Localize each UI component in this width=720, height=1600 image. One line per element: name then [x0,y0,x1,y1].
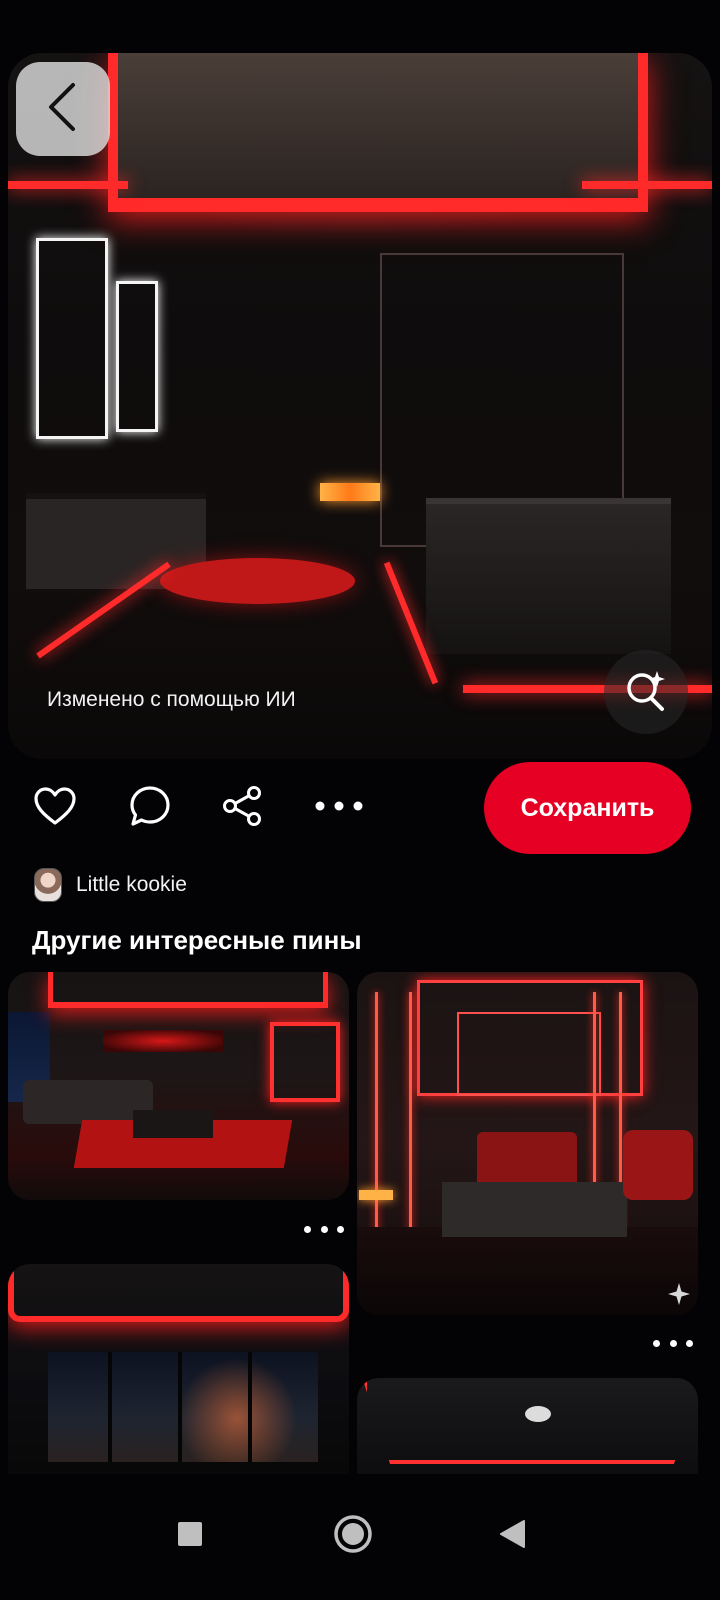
ceiling-led [457,1012,601,1096]
related-pin-thumbnail[interactable] [8,1264,349,1474]
back-button[interactable] [16,62,110,156]
triangle-back-icon [498,1519,526,1554]
related-pin-thumbnail[interactable] [357,1378,698,1474]
author-row[interactable]: Little kookie [34,868,187,902]
ceiling-led [363,1380,698,1464]
system-back-button[interactable] [490,1514,534,1558]
more-options-button[interactable] [314,784,364,832]
dot [304,1225,311,1233]
home-button[interactable] [331,1514,375,1558]
window-mullion [248,1352,252,1462]
mirror [36,238,108,439]
ai-modified-label: Изменено с помощью ИИ [47,688,296,711]
pin-more-button[interactable] [304,1223,344,1235]
dot [337,1225,344,1233]
wall-led [409,992,412,1242]
floor [357,1227,698,1315]
comment-button[interactable] [126,784,174,832]
lamp [525,1406,551,1422]
more-horizontal-icon [314,799,364,817]
tv-frame [270,1022,340,1102]
dot [669,1339,677,1347]
save-button[interactable]: Сохранить [484,762,691,854]
comment-icon [128,784,172,833]
rug [160,558,355,604]
window-mullion [178,1352,182,1462]
dot [320,1225,328,1233]
coffee-table [133,1110,213,1138]
window-mullion [108,1352,112,1462]
system-navigation-bar [0,1474,720,1600]
related-pin-thumbnail[interactable] [8,972,349,1200]
pin-image[interactable] [8,53,712,759]
square-icon [177,1521,203,1552]
like-button[interactable] [31,784,79,832]
visual-search-icon [624,668,668,717]
heart-icon [33,786,77,831]
fireplace [320,483,380,501]
chevron-left-icon [43,81,83,138]
wall-led [375,992,378,1242]
bed [442,1182,627,1237]
led-strip [8,181,128,189]
ceiling-led [8,1264,349,1322]
recents-button[interactable] [168,1514,212,1558]
ceiling-led [48,972,328,1008]
mirror [116,281,158,432]
avatar[interactable] [34,868,62,902]
pin-action-bar: Сохранить [0,762,720,854]
armchair [623,1130,693,1200]
led-strip [582,181,712,189]
visual-search-button[interactable] [604,650,688,734]
pin-more-button[interactable] [653,1337,693,1349]
related-pins-title: Другие интересные пины [32,925,362,955]
city-window [48,1352,318,1462]
fireplace [359,1190,393,1200]
related-pin-thumbnail[interactable] [357,972,698,1315]
bathtub [426,498,671,654]
dot [653,1339,660,1347]
wall-art [103,1030,223,1052]
share-icon [221,784,265,833]
author-name[interactable]: Little kookie [76,873,187,897]
circle-icon [333,1514,373,1559]
dot [686,1339,693,1347]
sparkle-icon [667,1282,691,1306]
ceiling-led [108,53,648,212]
share-button[interactable] [219,784,267,832]
